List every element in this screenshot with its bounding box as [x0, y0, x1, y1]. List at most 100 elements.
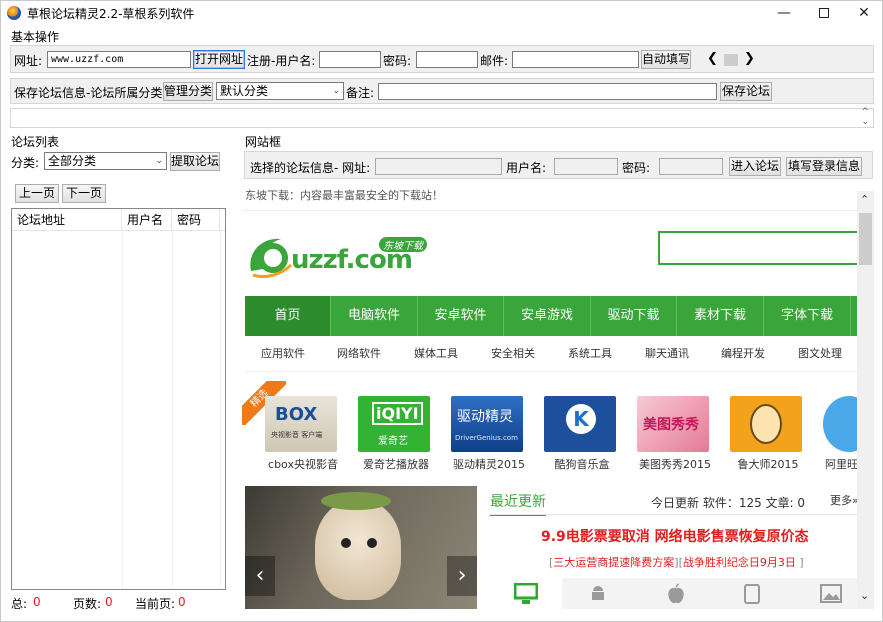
- app-tile-meitu[interactable]: 美图秀秀 美图秀秀2015: [629, 396, 715, 476]
- filter-category-select[interactable]: 全部分类 ⌄: [44, 152, 167, 170]
- image-icon[interactable]: [820, 584, 842, 607]
- iqiyi-icon: iQIYI 爱奇艺: [358, 396, 430, 452]
- nav-android-software[interactable]: 安卓软件: [418, 296, 504, 336]
- prev-page-button[interactable]: 上一页: [15, 184, 59, 203]
- current-page-label: 当前页:: [135, 597, 176, 611]
- web-vertical-scrollbar[interactable]: ⌃ ⌄: [857, 191, 874, 609]
- subnav-chat[interactable]: 聊天通讯: [629, 336, 705, 372]
- spin-down-icon[interactable]: ⌄: [861, 117, 869, 127]
- scroll-down-icon[interactable]: ⌄: [860, 589, 869, 602]
- url-input[interactable]: www.uzzf.com: [47, 51, 191, 68]
- ludashi-icon: [730, 396, 802, 452]
- app-tile-aliwangwang[interactable]: 阿里旺: [815, 396, 862, 476]
- app-name[interactable]: 鲁大师2015: [722, 456, 814, 472]
- close-icon: ✕: [858, 5, 870, 21]
- category-select-value: 默认分类: [220, 84, 269, 98]
- slide-next-icon[interactable]: ›: [447, 556, 477, 596]
- app-name[interactable]: cbox央视影音: [257, 456, 349, 472]
- scroll-left-icon[interactable]: ❮: [707, 51, 718, 66]
- cbox-icon: BOX 央视影音 客户端: [265, 396, 337, 452]
- subnav-apps[interactable]: 应用软件: [245, 336, 321, 372]
- nav-home[interactable]: 首页: [245, 296, 331, 336]
- driver-genius-icon: 驱动精灵 DriverGenius.com: [451, 396, 523, 452]
- title-bar[interactable]: 草根论坛精灵2.2-草根系列软件 — ✕: [1, 1, 882, 26]
- email-input[interactable]: [512, 51, 639, 68]
- enter-forum-button[interactable]: 进入论坛: [729, 157, 781, 176]
- total-value: 0: [33, 595, 41, 609]
- site-logo[interactable]: uzzf.com 东坡下载: [245, 231, 445, 281]
- nav-pc-software[interactable]: 电脑软件: [331, 296, 418, 336]
- subnav-network[interactable]: 网络软件: [321, 336, 397, 372]
- note-textarea[interactable]: ^ ⌄: [10, 107, 874, 128]
- scroll-up-icon[interactable]: ⌃: [860, 193, 869, 206]
- column-forum-url[interactable]: 论坛地址: [12, 209, 122, 231]
- slideshow-image[interactable]: ‹ ›: [245, 486, 477, 609]
- subnav-media[interactable]: 媒体工具: [397, 336, 475, 372]
- app-name[interactable]: 酷狗音乐盒: [536, 456, 628, 472]
- register-username-input[interactable]: [319, 51, 381, 68]
- tablet-icon[interactable]: [744, 584, 760, 607]
- subnav-programming[interactable]: 编程开发: [705, 336, 781, 372]
- close-button[interactable]: ✕: [844, 1, 882, 26]
- selected-password-label: 密码:: [622, 161, 651, 175]
- nav-materials[interactable]: 素材下载: [677, 296, 764, 336]
- chevron-down-icon: ⌄: [332, 86, 340, 96]
- minimize-button[interactable]: —: [764, 1, 804, 26]
- app-tile-driver-genius[interactable]: 驱动精灵 DriverGenius.com 驱动精灵2015: [443, 396, 529, 476]
- app-icon: [7, 6, 21, 20]
- headline-link[interactable]: 9.9电影票要取消 网络电影售票恢复原价态: [541, 526, 809, 546]
- more-link[interactable]: 更多»: [830, 492, 859, 508]
- save-forum-button[interactable]: 保存论坛: [720, 82, 772, 101]
- scroll-thumb[interactable]: [859, 213, 872, 265]
- next-page-button[interactable]: 下一页: [62, 184, 106, 203]
- news-link-telecom[interactable]: 三大运营商提速降费方案: [553, 556, 674, 569]
- selected-username-input[interactable]: [554, 158, 618, 175]
- nav-drivers[interactable]: 驱动下载: [591, 296, 677, 336]
- note-input[interactable]: [378, 83, 717, 100]
- category-select[interactable]: 默认分类 ⌄: [216, 82, 344, 100]
- site-main-nav: 首页 电脑软件 安卓软件 安卓游戏 驱动下载 素材下载 字体下载: [245, 296, 859, 336]
- selected-url-input[interactable]: [375, 158, 502, 175]
- selected-password-input[interactable]: [659, 158, 723, 175]
- filter-category-label: 分类:: [11, 156, 40, 170]
- apple-icon[interactable]: [666, 583, 686, 608]
- autofill-button[interactable]: 自动填写: [641, 50, 691, 69]
- main-window: 草根论坛精灵2.2-草根系列软件 — ✕ 基本操作 网址: www.uzzf.c…: [0, 0, 883, 622]
- site-frame-label: 网站框: [245, 135, 282, 149]
- site-search-input[interactable]: [658, 231, 862, 265]
- app-tile-cbox[interactable]: BOX 央视影音 客户端 cbox央视影音: [257, 396, 343, 476]
- forum-list-view[interactable]: 论坛地址 用户名 密码: [11, 208, 226, 590]
- app-tile-ludashi[interactable]: 鲁大师2015: [722, 396, 808, 476]
- fetch-forum-button[interactable]: 提取论坛: [170, 152, 220, 171]
- manage-category-button[interactable]: 管理分类: [163, 82, 213, 101]
- platform-tabs: [490, 578, 860, 609]
- spin-up-icon[interactable]: ^: [861, 107, 869, 117]
- web-browser-frame[interactable]: 东坡下载：内容最丰富最安全的下载站！ uzzf.com 东坡下载 首页 电脑软件…: [242, 181, 862, 609]
- app-name[interactable]: 美图秀秀2015: [629, 456, 721, 472]
- maximize-icon: [819, 8, 829, 18]
- app-tile-kugou[interactable]: K 酷狗音乐盒: [536, 396, 622, 476]
- site-sub-nav: 应用软件 网络软件 媒体工具 安全相关 系统工具 聊天通讯 编程开发 图文处理: [245, 336, 859, 372]
- app-name[interactable]: 爱奇艺播放器: [350, 456, 442, 472]
- app-name[interactable]: 驱动精灵2015: [443, 456, 535, 472]
- subnav-system[interactable]: 系统工具: [551, 336, 629, 372]
- subnav-graphics[interactable]: 图文处理: [781, 336, 859, 372]
- column-username[interactable]: 用户名: [122, 209, 172, 231]
- app-tile-iqiyi[interactable]: iQIYI 爱奇艺 爱奇艺播放器: [350, 396, 436, 476]
- fill-login-button[interactable]: 填写登录信息: [786, 157, 862, 176]
- maximize-button[interactable]: [804, 1, 844, 26]
- android-icon[interactable]: [588, 584, 608, 607]
- open-url-button[interactable]: 打开网址: [193, 50, 245, 69]
- horizontal-scroll-thumb[interactable]: [724, 54, 738, 66]
- slide-prev-icon[interactable]: ‹: [245, 556, 275, 596]
- subnav-security[interactable]: 安全相关: [475, 336, 551, 372]
- tab-windows[interactable]: [490, 578, 562, 609]
- nav-android-games[interactable]: 安卓游戏: [504, 296, 591, 336]
- recent-updates-title[interactable]: 最近更新: [490, 491, 546, 516]
- news-link-victory[interactable]: 战争胜利纪念日9月3日: [683, 556, 796, 569]
- scroll-right-icon[interactable]: ❯: [744, 51, 755, 66]
- nav-fonts[interactable]: 字体下载: [764, 296, 851, 336]
- column-password[interactable]: 密码: [172, 209, 220, 231]
- register-password-input[interactable]: [416, 51, 478, 68]
- pages-label: 页数:: [73, 597, 102, 611]
